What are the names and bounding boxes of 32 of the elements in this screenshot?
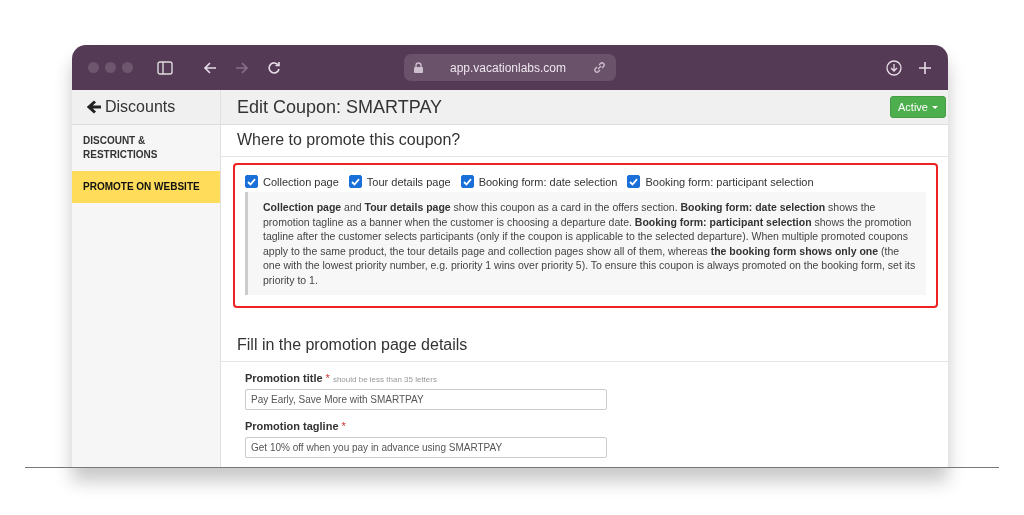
- field-label: Promotion tagline: [245, 420, 339, 432]
- required-mark: *: [341, 420, 346, 432]
- checkbox[interactable]: [460, 175, 474, 188]
- field-hint: should be less than 35 letters: [332, 375, 437, 384]
- checkbox-label[interactable]: Booking form: participant selection: [645, 175, 814, 188]
- caret-icon: [932, 105, 938, 109]
- checkbox[interactable]: [348, 175, 362, 188]
- sidebar-item[interactable]: DISCOUNT & RESTRICTIONS: [72, 125, 220, 171]
- page-title: Edit Coupon: SMARTPAY: [237, 96, 443, 118]
- back-arrow-icon: [87, 100, 102, 114]
- url-text: app.vacationlabs.com: [449, 60, 567, 75]
- reload-icon[interactable]: [267, 60, 281, 75]
- checkbox[interactable]: [627, 175, 641, 188]
- section-heading: Fill in the promotion page details: [221, 330, 948, 362]
- checkbox-label[interactable]: Booking form: date selection: [478, 175, 618, 188]
- new-tab-icon[interactable]: [918, 60, 932, 75]
- lock-icon: [414, 62, 423, 73]
- field-label: Promotion title: [245, 372, 323, 384]
- input-field[interactable]: Get 10% off when you pay in advance using SMARTPAY: [245, 437, 607, 458]
- checkbox-label[interactable]: Collection page: [263, 175, 339, 188]
- checkbox[interactable]: [245, 175, 258, 188]
- download-icon[interactable]: [886, 59, 902, 76]
- link-icon[interactable]: [593, 61, 606, 74]
- help-text: Collection page and Tour details page show this coupon as a card in the offers section. Booking form: date selection shows the promotion tagline as a banner when the customer is choosing a departure date. Booking form: participant selection shows the promotion tagline after the customer selects participants (only if the coupon is applicable to the selected departure). When multiple promoted coupons apply to the same product, the tour details page and collection pages show all of them, whereas the booking form shows only one (the one with the lowest priority number, e.g. priority 1 wins over priority 5). To ensure this coupon is always promoted on the booking form, set its priority to 1.: [245, 192, 926, 295]
- sidebar-icon[interactable]: [157, 60, 173, 75]
- input-field[interactable]: Pay Early, Save More with SMARTPAY: [245, 389, 607, 410]
- back-arrow-icon[interactable]: [203, 60, 217, 75]
- section-heading: Where to promote this coupon?: [221, 125, 948, 157]
- address-bar[interactable]: app.vacationlabs.com: [404, 54, 616, 81]
- sidebar-item[interactable]: PROMOTE ON WEBSITE: [72, 171, 220, 203]
- checkbox-label[interactable]: Tour details page: [366, 175, 451, 188]
- required-mark: *: [325, 372, 330, 384]
